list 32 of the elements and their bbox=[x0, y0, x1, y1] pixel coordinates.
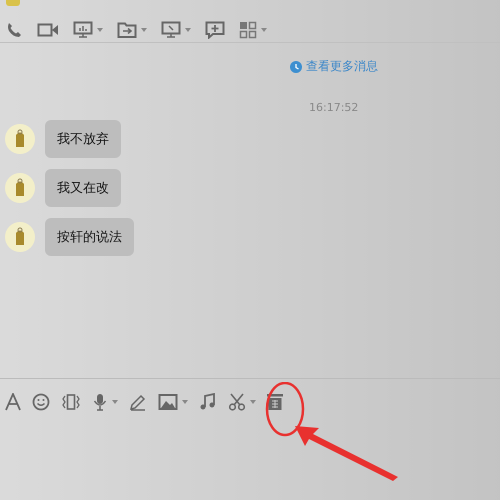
image-icon[interactable] bbox=[158, 392, 178, 410]
clock-icon[interactable] bbox=[290, 60, 302, 72]
microphone-icon[interactable] bbox=[92, 392, 108, 410]
vibrate-icon[interactable] bbox=[61, 392, 81, 410]
message-bubble: 我又在改 bbox=[45, 169, 121, 207]
dropdown-caret-icon[interactable] bbox=[185, 28, 191, 32]
more-messages-link[interactable]: 查看更多消息 bbox=[306, 58, 378, 75]
message-bubble: 我不放弃 bbox=[45, 120, 121, 158]
avatar-icon bbox=[5, 173, 35, 203]
music-note-icon[interactable] bbox=[199, 392, 217, 410]
message-bubble: 按轩的说法 bbox=[45, 218, 134, 256]
phone-icon[interactable] bbox=[5, 21, 23, 39]
font-icon[interactable] bbox=[5, 392, 21, 410]
dropdown-caret-icon[interactable] bbox=[182, 400, 188, 404]
dropdown-caret-icon[interactable] bbox=[261, 28, 267, 32]
smiley-icon[interactable] bbox=[32, 392, 50, 410]
presentation-icon[interactable] bbox=[73, 21, 93, 39]
avatar-icon bbox=[5, 124, 35, 154]
pencil-icon[interactable] bbox=[129, 392, 147, 410]
message-timestamp: 16:17:52 bbox=[309, 101, 360, 114]
dropdown-caret-icon[interactable] bbox=[112, 400, 118, 404]
dropdown-caret-icon[interactable] bbox=[141, 28, 147, 32]
archive-box-icon[interactable] bbox=[267, 392, 283, 410]
dropdown-caret-icon[interactable] bbox=[250, 400, 256, 404]
apps-grid-icon[interactable] bbox=[239, 21, 257, 39]
scissors-icon[interactable] bbox=[228, 392, 246, 410]
video-camera-icon[interactable] bbox=[37, 21, 59, 39]
monitor-icon[interactable] bbox=[161, 21, 181, 39]
avatar-icon bbox=[5, 222, 35, 252]
chat-add-icon[interactable] bbox=[205, 21, 225, 39]
dropdown-caret-icon[interactable] bbox=[97, 28, 103, 32]
folder-icon[interactable] bbox=[117, 21, 137, 39]
